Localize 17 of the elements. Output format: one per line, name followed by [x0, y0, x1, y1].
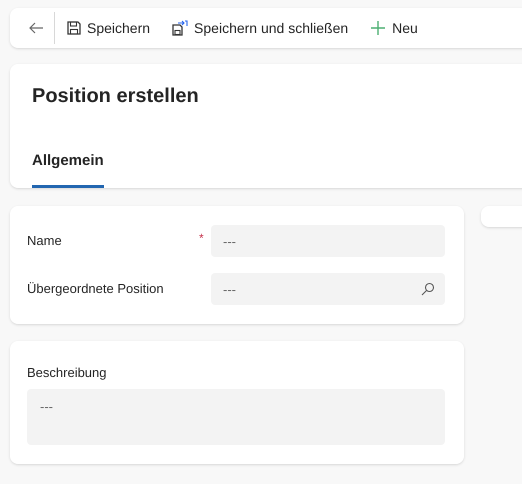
save-icon — [67, 21, 81, 35]
page-title: Position erstellen — [32, 84, 199, 109]
required-mark: * — [199, 231, 204, 245]
field-label: Name — [27, 232, 63, 250]
field-label: Übergeordnete Position — [27, 280, 165, 298]
description-field[interactable]: --- — [27, 388, 445, 444]
save-button[interactable]: Speichern — [67, 18, 150, 38]
back-arrow-icon — [28, 21, 44, 35]
save-and-close-button[interactable]: Speichern und schließen — [172, 18, 348, 38]
tab[interactable]: Allgemein — [32, 150, 104, 188]
field-label: Beschreibung — [27, 364, 106, 382]
lookup-field[interactable]: --- — [211, 273, 445, 305]
save-close-icon — [172, 20, 188, 36]
search-icon[interactable] — [421, 282, 435, 296]
input-field[interactable]: --- — [211, 225, 445, 257]
plus-icon — [370, 20, 386, 36]
new-button[interactable]: Neu — [370, 18, 418, 38]
